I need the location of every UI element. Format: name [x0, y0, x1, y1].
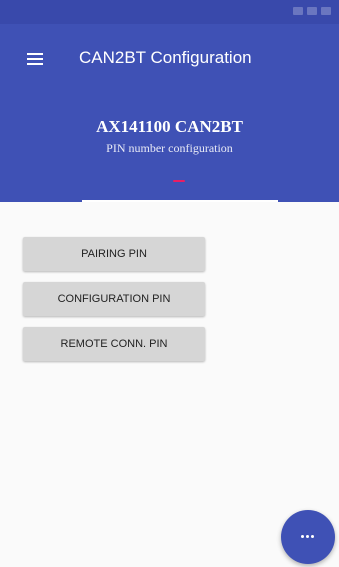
- more-horizontal-icon: [301, 535, 315, 539]
- hamburger-menu-icon[interactable]: [27, 53, 43, 65]
- app-title: CAN2BT Configuration: [79, 48, 252, 67]
- wifi-icon: [307, 7, 317, 15]
- device-subtitle: PIN number configuration: [106, 141, 233, 155]
- remote-conn-pin-button[interactable]: REMOTE CONN. PIN: [23, 327, 205, 361]
- device-title: AX141100 CAN2BT: [96, 117, 243, 136]
- status-icons: [293, 7, 331, 15]
- battery-icon: [321, 7, 331, 15]
- app-bar: CAN2BT Configuration AX141100 CAN2BT PIN…: [0, 24, 339, 202]
- signal-icon: [293, 7, 303, 15]
- tab-indicator: [173, 180, 185, 182]
- configuration-pin-button[interactable]: CONFIGURATION PIN: [23, 282, 205, 316]
- content-area: PAIRING PIN CONFIGURATION PIN REMOTE CON…: [0, 202, 339, 567]
- app-screen: CAN2BT Configuration AX141100 CAN2BT PIN…: [0, 0, 339, 567]
- more-options-fab[interactable]: [281, 510, 335, 564]
- status-bar: [0, 0, 339, 24]
- pairing-pin-button[interactable]: PAIRING PIN: [23, 237, 205, 271]
